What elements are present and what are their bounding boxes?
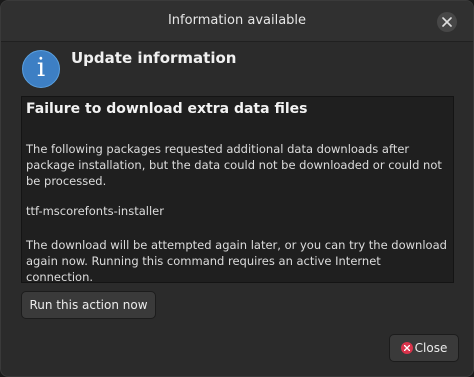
window-close-button[interactable]: [437, 12, 457, 32]
message-paragraph-retry: The download will be attempted again lat…: [26, 238, 447, 284]
close-icon: [442, 17, 452, 27]
close-button[interactable]: Close: [389, 334, 459, 362]
message-subheading: Failure to download extra data files: [26, 101, 308, 117]
package-name: ttf-mscorefonts-installer: [26, 204, 164, 218]
close-circle-icon: [401, 342, 413, 354]
message-panel: Failure to download extra data files The…: [21, 96, 454, 284]
window-title: Information available: [167, 13, 307, 28]
run-action-button[interactable]: Run this action now: [21, 291, 156, 319]
dialog-window: Information available i Update informati…: [0, 0, 474, 377]
message-paragraph: The following packages requested additio…: [26, 142, 442, 188]
close-button-label: Close: [414, 341, 448, 355]
titlebar: Information available: [1, 1, 473, 42]
dialog-heading: Update information: [71, 49, 237, 67]
info-icon: i: [22, 50, 60, 88]
